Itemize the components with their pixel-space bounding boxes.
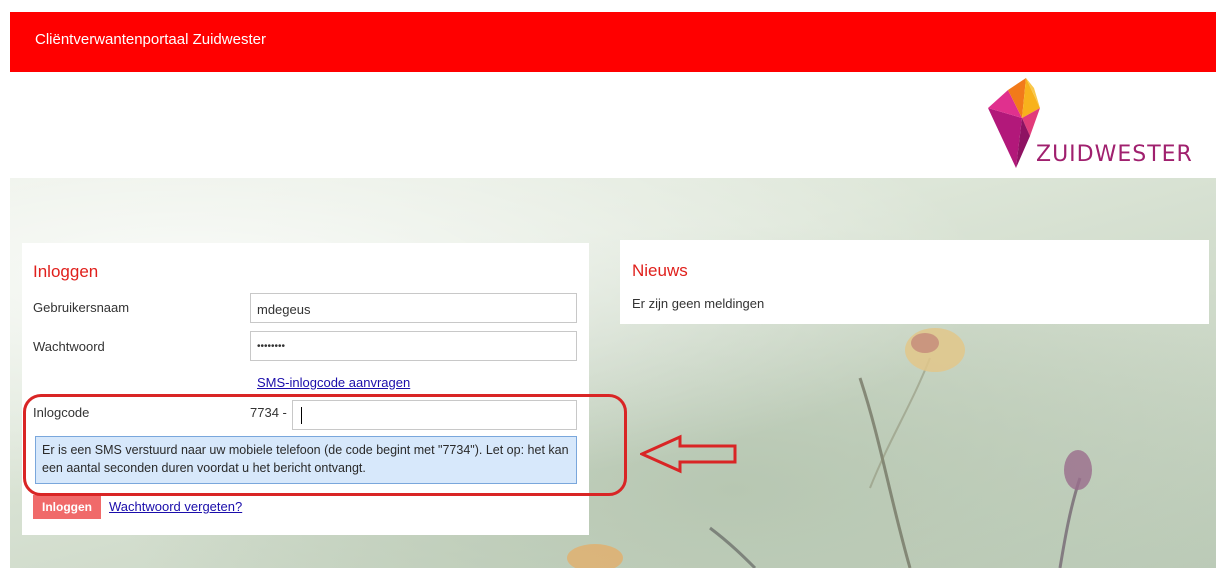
username-value: mdegeus xyxy=(257,302,311,317)
portal-title: Cliëntverwantenportaal Zuidwester xyxy=(35,31,266,48)
password-label: Wachtwoord xyxy=(33,339,105,354)
username-label: Gebruikersnaam xyxy=(33,300,130,315)
username-input[interactable]: mdegeus xyxy=(250,293,577,323)
annotation-arrow-icon xyxy=(640,434,737,474)
logo-wordmark: ZUIDWESTER xyxy=(1036,142,1193,167)
news-heading: Nieuws xyxy=(632,261,688,280)
forgot-password-link[interactable]: Wachtwoord vergeten? xyxy=(109,499,242,514)
login-heading: Inloggen xyxy=(33,262,99,281)
news-panel: Nieuws Er zijn geen meldingen xyxy=(620,240,1209,324)
request-sms-code-link[interactable]: SMS-inlogcode aanvragen xyxy=(257,375,410,390)
zuidwester-logo: ZUIDWESTER xyxy=(978,78,1198,173)
header-bar: Cliëntverwantenportaal Zuidwester xyxy=(10,12,1216,72)
password-input[interactable]: •••••••• xyxy=(250,331,577,361)
password-value: •••••••• xyxy=(257,341,286,352)
annotation-highlight-box xyxy=(23,394,627,496)
news-empty-text: Er zijn geen meldingen xyxy=(632,296,765,311)
login-button[interactable]: Inloggen xyxy=(33,495,101,519)
